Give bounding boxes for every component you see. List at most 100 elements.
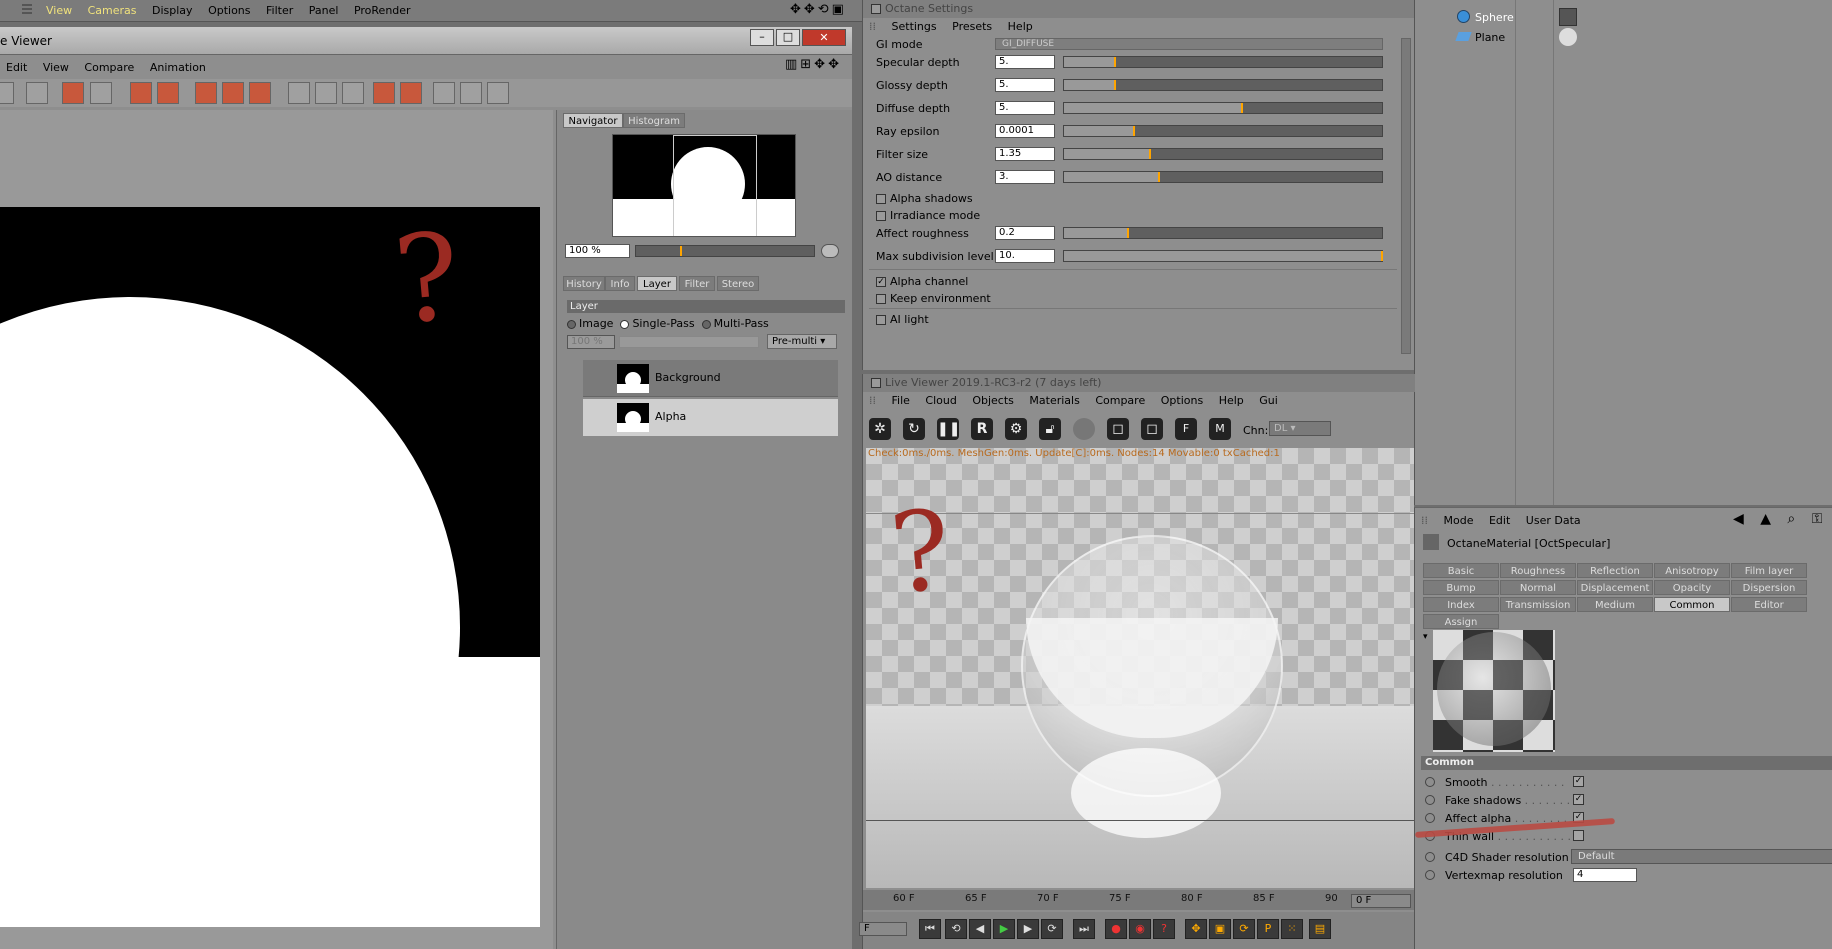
attr-tab[interactable]: Common — [1654, 597, 1730, 612]
param-slider[interactable] — [1063, 102, 1383, 114]
param-slider[interactable] — [1063, 171, 1383, 183]
lock-icon[interactable]: 🔓︎ — [1039, 418, 1061, 440]
nav-zoom-slider[interactable] — [635, 245, 815, 257]
collapse-arrow-icon[interactable]: ▾ — [1423, 632, 1428, 642]
attr-tab[interactable]: Bump — [1423, 580, 1499, 595]
os-menu-settings[interactable]: Settings — [886, 20, 943, 33]
blend-mode-dropdown[interactable]: Pre-multi ▾ — [767, 334, 837, 349]
pv-menu-animation[interactable]: Animation — [144, 61, 212, 74]
frame-start-field[interactable]: F — [859, 922, 907, 936]
scale-key-icon[interactable]: ▣ — [1209, 919, 1231, 939]
next-key-button[interactable]: ⟳ — [1041, 919, 1063, 939]
settings-scrollbar[interactable] — [1401, 38, 1411, 354]
os-menu-help[interactable]: Help — [1002, 20, 1039, 33]
lv-menu-materials[interactable]: Materials — [1023, 394, 1085, 407]
grip-icon[interactable] — [22, 4, 32, 16]
keyframe-dot-icon[interactable] — [1425, 795, 1435, 805]
region-icon[interactable] — [62, 82, 84, 104]
split-icon[interactable] — [487, 82, 509, 104]
material-picker-icon[interactable]: M — [1209, 418, 1231, 440]
menu-view[interactable]: View — [40, 4, 78, 17]
goto-start-button[interactable]: ⏮ — [919, 919, 941, 939]
minimize-button[interactable]: – — [750, 29, 774, 46]
set-a-icon[interactable] — [373, 82, 395, 104]
lv-menu-options[interactable]: Options — [1155, 394, 1209, 407]
param-slider[interactable] — [1063, 125, 1383, 137]
shader-res-dropdown[interactable]: Default — [1571, 849, 1832, 864]
attr-tab[interactable]: Basic — [1423, 563, 1499, 578]
material-ball-icon[interactable] — [1073, 418, 1095, 440]
checkbox-icon[interactable] — [876, 294, 886, 304]
prev-key-button[interactable]: ⟲ — [945, 919, 967, 939]
menu-cameras[interactable]: Cameras — [82, 4, 143, 17]
live-render-area[interactable]: Check:0ms./0ms. MeshGen:0ms. Update[C]:0… — [866, 448, 1414, 888]
param-value-field[interactable]: 5. — [995, 55, 1055, 69]
ab-mode-icon[interactable] — [249, 82, 271, 104]
channel-dropdown[interactable]: DL ▾ — [1269, 421, 1331, 436]
material-tag-icon[interactable] — [1559, 8, 1577, 26]
tab-history[interactable]: History — [563, 276, 605, 291]
attr-menu-edit[interactable]: Edit — [1483, 514, 1516, 527]
save-icon[interactable] — [0, 82, 14, 104]
vertex-res-field[interactable]: 4 — [1573, 868, 1637, 882]
tab-histogram[interactable]: Histogram — [623, 113, 685, 128]
goto-end-button[interactable]: ⏭ — [1073, 919, 1095, 939]
tab-filter[interactable]: Filter — [679, 276, 715, 291]
ac-icon[interactable] — [433, 82, 455, 104]
tab-layer[interactable]: Layer — [637, 276, 677, 291]
region-select-icon[interactable]: ◻ — [1107, 418, 1129, 440]
param-value-field[interactable]: 0.2 — [995, 226, 1055, 240]
lv-menu-gui[interactable]: Gui — [1253, 394, 1284, 407]
option-checkbox[interactable]: ✓ — [1573, 794, 1584, 805]
render-layer-icon[interactable] — [157, 82, 179, 104]
attr-nav-icons[interactable]: ◀ ▲ ⌕ ⚿ — [1733, 511, 1828, 527]
object-row[interactable]: Plane — [1435, 28, 1832, 46]
attr-tab[interactable]: Editor — [1731, 597, 1807, 612]
play-button[interactable]: ▶ — [993, 919, 1015, 939]
option-checkbox[interactable]: AI light — [876, 313, 929, 326]
render-copy-icon[interactable] — [130, 82, 152, 104]
param-slider[interactable] — [1063, 148, 1383, 160]
mode-image[interactable]: Image — [567, 317, 613, 330]
menu-options[interactable]: Options — [202, 4, 256, 17]
material-tag-icon[interactable] — [1559, 28, 1577, 46]
pv-menu-view[interactable]: View — [37, 61, 75, 74]
option-checkbox[interactable]: ✓ Alpha channel — [876, 275, 968, 288]
layer-opacity-slider[interactable] — [619, 336, 759, 348]
mode-multi-pass[interactable]: Multi-Pass — [701, 317, 769, 330]
param-value-field[interactable]: 1.35 — [995, 147, 1055, 161]
close-button[interactable]: ✕ — [802, 29, 846, 46]
fade-icon[interactable] — [315, 82, 337, 104]
region-render-icon[interactable]: R — [971, 418, 993, 440]
attr-tab[interactable]: Index — [1423, 597, 1499, 612]
key-help-button[interactable]: ? — [1153, 919, 1175, 939]
attr-tab[interactable]: Film layer — [1731, 563, 1807, 578]
attr-tab[interactable]: Displacement — [1577, 580, 1653, 595]
attr-tab[interactable]: Reflection — [1577, 563, 1653, 578]
attr-menu-mode[interactable]: Mode — [1438, 514, 1480, 527]
attr-tab[interactable]: Transmission — [1500, 597, 1576, 612]
pv-image-area[interactable]: ? — [0, 110, 553, 949]
maximize-button[interactable]: □ — [776, 29, 800, 46]
attr-tab[interactable]: Dispersion — [1731, 580, 1807, 595]
layout-icons[interactable]: ▥⊞✥✥ — [785, 57, 842, 72]
menu-display[interactable]: Display — [146, 4, 199, 17]
rotate-key-icon[interactable]: ⟳ — [1233, 919, 1255, 939]
zoom-icon[interactable] — [90, 82, 112, 104]
param-slider[interactable] — [1063, 56, 1383, 68]
set-b-icon[interactable] — [400, 82, 422, 104]
nav-play-icon[interactable] — [821, 244, 839, 258]
checkbox-icon[interactable] — [876, 315, 886, 325]
attr-tab[interactable]: Opacity — [1654, 580, 1730, 595]
tab-navigator[interactable]: Navigator — [563, 113, 623, 128]
attr-tab[interactable]: Medium — [1577, 597, 1653, 612]
param-key-icon[interactable]: P — [1257, 919, 1279, 939]
option-checkbox[interactable] — [1573, 830, 1584, 841]
ab-icon[interactable] — [288, 82, 310, 104]
param-slider[interactable] — [1063, 79, 1383, 91]
autokey-button[interactable]: ◉ — [1129, 919, 1151, 939]
lv-menu-file[interactable]: File — [886, 394, 916, 407]
param-value-field[interactable]: 5. — [995, 101, 1055, 115]
timeline[interactable]: 60 F 65 F 70 F 75 F 80 F 85 F 90 0 F — [863, 890, 1415, 910]
pv-menu-edit[interactable]: Edit — [0, 61, 33, 74]
